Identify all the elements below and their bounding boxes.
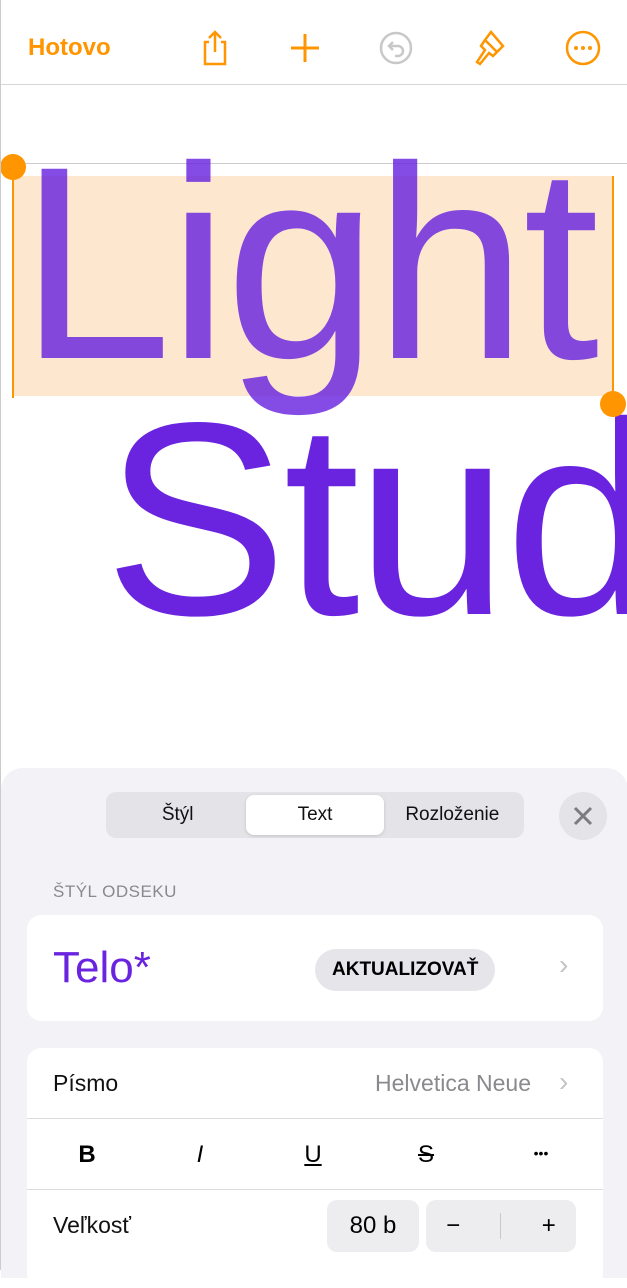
update-button[interactable]: AKTUALIZOVAŤ	[315, 949, 496, 991]
text-stud[interactable]: Stud	[104, 382, 627, 657]
tab-layout[interactable]: Rozloženie	[384, 795, 521, 835]
paintbrush-icon[interactable]	[469, 28, 509, 68]
format-panel: Štýl Text Rozloženie ŠTÝL ODSEKU Telo* A…	[1, 768, 627, 1288]
selection-start-bar	[12, 166, 14, 398]
more-icon[interactable]	[563, 28, 603, 68]
toolbar: Hotovo	[1, 0, 627, 85]
size-label: Veľkosť	[53, 1212, 131, 1238]
size-row: Veľkosť 80 b − +	[27, 1190, 603, 1261]
font-value: Helvetica Neue	[375, 1070, 531, 1096]
underline-button[interactable]: U	[293, 1141, 333, 1169]
font-settings-card: Písmo Helvetica Neue › B I U S ••• Veľko…	[27, 1048, 603, 1288]
decrease-size-button[interactable]: −	[446, 1212, 460, 1240]
font-label: Písmo	[53, 1070, 119, 1096]
close-button[interactable]	[559, 792, 607, 840]
format-tabs: Štýl Text Rozloženie	[106, 792, 524, 838]
text-light[interactable]: Light	[19, 126, 599, 401]
font-row[interactable]: Písmo Helvetica Neue ›	[27, 1048, 603, 1119]
section-header: ŠTÝL ODSEKU	[53, 882, 177, 901]
strikethrough-button[interactable]: S	[406, 1141, 446, 1169]
italic-button[interactable]: I	[180, 1141, 220, 1169]
share-icon[interactable]	[195, 28, 235, 68]
size-stepper: − +	[426, 1200, 576, 1252]
paragraph-style-row[interactable]: Telo* AKTUALIZOVAŤ ›	[27, 915, 603, 1021]
increase-size-button[interactable]: +	[542, 1212, 556, 1240]
size-value-field[interactable]: 80 b	[327, 1200, 419, 1252]
chevron-right-icon: ›	[559, 1066, 569, 1097]
selection-end-handle[interactable]	[600, 391, 626, 417]
bold-button[interactable]: B	[67, 1141, 107, 1169]
tab-text[interactable]: Text	[246, 795, 384, 835]
undo-icon[interactable]	[376, 28, 416, 68]
stepper-divider	[500, 1213, 502, 1239]
text-format-row: B I U S •••	[27, 1119, 603, 1190]
done-button[interactable]: Hotovo	[28, 34, 111, 62]
tab-style[interactable]: Štýl	[109, 795, 246, 835]
document-canvas[interactable]: Light Stud	[1, 86, 627, 786]
plus-icon[interactable]	[285, 28, 325, 68]
paragraph-style-name: Telo*	[53, 943, 151, 992]
chevron-right-icon: ›	[559, 949, 569, 980]
selection-start-handle[interactable]	[1, 154, 26, 180]
close-icon	[573, 806, 593, 826]
more-format-button[interactable]: •••	[521, 1145, 561, 1161]
